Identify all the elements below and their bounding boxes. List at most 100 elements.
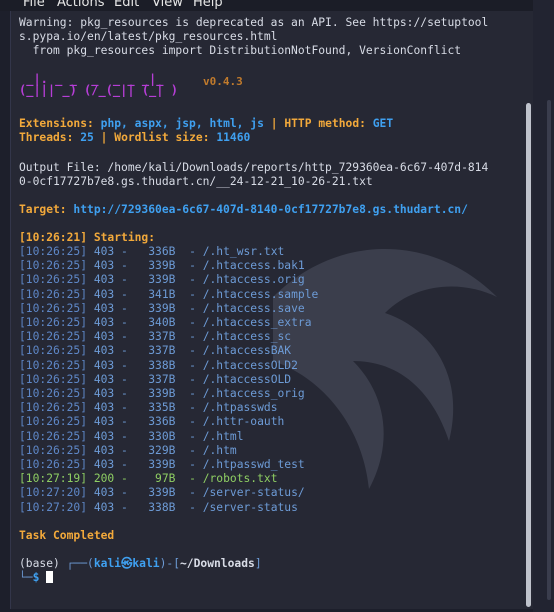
wordlist-label: Wordlist size: [114, 131, 210, 144]
result-time: [10:26:25] [19, 429, 88, 443]
result-time: [10:26:25] [19, 415, 88, 429]
result-path: /.htaccess.save [202, 301, 305, 315]
result-time: [10:26:25] [19, 259, 88, 273]
result-row: [10:26:25] 403 - 335B - /.htpasswds [19, 401, 278, 415]
task-completed: Task Completed [19, 529, 115, 542]
start-time: [10:26:21] [19, 231, 88, 244]
result-path: /.htaccessOLD [202, 372, 292, 386]
start-text: Starting: [93, 231, 156, 244]
result-time: [10:26:25] [19, 287, 88, 301]
target-label: Target: [19, 203, 67, 216]
result-status: 200 [93, 472, 115, 486]
result-status: 403 [93, 401, 115, 415]
method-value: GET [372, 117, 394, 130]
banner-version: v0.4.3 [203, 75, 243, 88]
result-size: 330B [141, 429, 176, 443]
result-row: [10:26:25] 403 - 337B - /.htaccessBAK [19, 344, 292, 358]
result-path: /.htaccess.sample [202, 287, 319, 301]
result-row: [10:26:25] 403 - 336B - /.ht_wsr.txt [19, 245, 285, 258]
terminal-scrollbar[interactable] [526, 103, 531, 607]
result-path: /.httr-oauth [202, 415, 285, 429]
result-status: 403 [93, 316, 115, 330]
result-size: 339B [141, 458, 176, 472]
result-status: 403 [93, 443, 115, 457]
result-size: 340B [141, 316, 176, 330]
result-path: /.htaccessBAK [202, 344, 292, 358]
result-time: [10:26:25] [19, 301, 88, 315]
result-path: /.htaccess_sc [202, 330, 292, 344]
warning-line-3: from pkg_resources import DistributionNo… [19, 44, 462, 57]
result-time: [10:26:25] [19, 387, 88, 401]
result-row: [10:26:25] 403 - 340B - /.htaccess_extra [19, 316, 312, 330]
desktop-edge [533, 0, 554, 612]
threads-label: Threads: [19, 131, 74, 144]
banner-art-2: (_||| _) (/_(_|| (_| ) [19, 83, 178, 97]
result-path: /robots.txt [202, 472, 278, 486]
result-path: /server-status [202, 500, 298, 514]
menu-help[interactable]: Help [193, 0, 223, 11]
result-time: [10:26:25] [19, 372, 88, 386]
result-path: /server-status/ [202, 486, 305, 500]
result-row: [10:26:25] 403 - 338B - /.htaccessOLD2 [19, 358, 298, 372]
target-url[interactable]: http://729360ea-6c67-407d-8140-0cf17727b… [73, 203, 467, 216]
result-status: 403 [93, 458, 115, 472]
starting-line: [10:26:21] Starting: [19, 231, 155, 245]
result-path: /.htm [202, 443, 237, 457]
result-time: [10:27:20] [19, 486, 88, 500]
result-status: 403 [93, 500, 115, 514]
result-size: 339B [141, 301, 176, 315]
result-size: 338B [141, 500, 176, 514]
result-time: [10:26:25] [19, 273, 88, 287]
prompt-host: kali [132, 557, 160, 570]
output-line-1: Output File: /home/kali/Downloads/report… [19, 161, 489, 174]
result-row: [10:27:19] 200 - 97B - /robots.txt [19, 472, 278, 486]
prompt-at: ㉿ [121, 557, 133, 570]
result-size: 337B [141, 372, 176, 386]
threads-line: Threads: 25 | Wordlist size: 11460 [19, 131, 250, 145]
result-status: 403 [93, 259, 115, 273]
desktop-strip [547, 100, 551, 600]
result-status: 403 [93, 486, 115, 500]
result-time: [10:26:25] [19, 443, 88, 457]
prompt-dir: ~/Downloads [180, 557, 255, 570]
result-size: 339B [141, 486, 176, 500]
menu-actions[interactable]: Actions [57, 0, 105, 11]
result-row: [10:26:25] 403 - 339B - /.htpasswd_test [19, 458, 305, 472]
extensions-line: Extensions: php, aspx, jsp, html, js | H… [19, 117, 393, 131]
result-size: 339B [141, 387, 176, 401]
result-path: /.ht_wsr.txt [202, 245, 285, 258]
result-status: 403 [93, 273, 115, 287]
result-status: 403 [93, 358, 115, 372]
result-size: 336B [141, 245, 176, 258]
separator: | [270, 117, 278, 130]
terminal-window[interactable]: Warning: pkg_resources is deprecated as … [10, 11, 534, 609]
result-status: 403 [93, 344, 115, 358]
result-time: [10:26:25] [19, 458, 88, 472]
menu-edit[interactable]: Edit [114, 0, 139, 11]
result-status: 403 [93, 415, 115, 429]
separator-2: | [100, 131, 108, 144]
result-row: [10:26:25] 403 - 341B - /.htaccess.sampl… [19, 287, 319, 301]
result-path: /.htaccess.orig [202, 273, 305, 287]
result-size: 337B [141, 344, 176, 358]
result-row: [10:26:25] 403 - 337B - /.htaccessOLD [19, 372, 292, 386]
menu-bar: File Actions Edit View Help [0, 0, 554, 11]
result-size: 97B [141, 472, 176, 486]
menu-file[interactable]: File [23, 0, 45, 11]
result-row: [10:26:25] 403 - 339B - /.htaccess.orig [19, 273, 305, 287]
warning-line-1: Warning: pkg_resources is deprecated as … [19, 16, 489, 29]
prompt-corner-bottom: └─ [19, 571, 33, 585]
menu-view[interactable]: View [152, 0, 183, 11]
prompt-corner-top: ┌──( [66, 557, 94, 570]
result-path: /.htpasswds [202, 401, 278, 415]
result-row: [10:26:25] 403 - 339B - /.htaccess_orig [19, 387, 305, 401]
target-line: Target: http://729360ea-6c67-407d-8140-0… [19, 203, 468, 217]
shell-prompt[interactable]: (base) ┌──(kali㉿kali)-[~/Downloads] └─$ [19, 557, 262, 585]
result-time: [10:26:25] [19, 316, 88, 330]
extensions-value: php, aspx, jsp, html, js [100, 117, 264, 130]
result-time: [10:26:25] [19, 344, 88, 358]
result-time: [10:26:25] [19, 401, 88, 415]
text-cursor [46, 571, 54, 584]
extensions-label: Extensions: [19, 117, 94, 130]
result-path: /.htaccessOLD2 [202, 358, 298, 372]
